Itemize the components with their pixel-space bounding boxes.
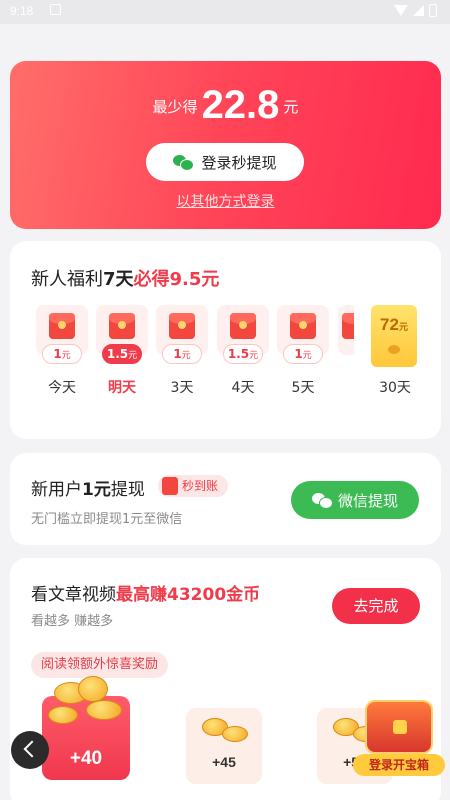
newbie-title-c: 必得9.5元 [133,269,220,290]
reward-item[interactable]: +45 [186,708,262,784]
withdraw-title-c: 提现 [110,480,145,500]
status-bar: 9:18 [0,0,450,24]
treasure-chest-button[interactable]: 登录开宝箱 [351,696,447,786]
wechat-withdraw-label: 微信提现 [337,491,398,510]
badge-label: 秒到账 [182,479,219,493]
day-label: 3天 [170,380,194,396]
red-envelope-tile [338,305,354,355]
bonus-tag: 阅读领额外惊喜奖励 [31,652,169,678]
day-label: 30天 [379,380,411,396]
wechat-withdraw-button[interactable]: 微信提现 [291,481,419,519]
wechat-icon [311,492,333,509]
red-envelope-icon [162,477,178,495]
day-item-final[interactable]: 72元 30天 [371,305,419,396]
day-label: 今天 [48,380,76,396]
reward-amount: 22.8 [201,83,280,127]
coin-icon [48,706,78,724]
treasure-label: 登录开宝箱 [353,754,445,776]
coin-icon [78,676,108,702]
withdraw-subtitle: 无门槛立即提现1元至微信 [31,512,183,527]
treasure-chest-icon [365,700,433,754]
newbie-welfare-card: 新人福利7天必得9.5元 1元 今天 1.5元 明天 1元 3天 1.5元 4天… [10,241,441,439]
red-envelope-icon [290,313,316,339]
newbie-title-b: 7天 [103,269,134,290]
day-amount: 1元 [42,344,82,364]
instant-arrival-badge: 秒到账 [158,475,229,497]
reward-value: +40 [69,748,103,769]
login-withdraw-button[interactable]: 登录秒提现 [146,143,304,181]
final-amount: 72元 [380,315,408,334]
amount-unit: 元 [283,98,299,116]
day-item-partial [338,305,354,355]
coin-icon [86,700,122,720]
day-item[interactable]: 1.5元 明天 [96,305,148,396]
wifi-icon [394,5,408,16]
hero-banner: 最少得 22.8 元 登录秒提现 以其他方式登录 [10,61,441,229]
day-label: 5天 [291,380,315,396]
day-item[interactable]: 1元 5天 [277,305,329,396]
withdraw-title-a: 新用户 [31,480,82,500]
reward-amount-line: 最少得 22.8 元 [10,83,441,128]
go-complete-button[interactable]: 去完成 [332,588,420,624]
day-item[interactable]: 1元 今天 [36,305,88,396]
red-envelope-icon [230,313,256,339]
reward-value: +45 [212,754,236,770]
newbie-title-a: 新人福利 [31,269,103,290]
other-login-link[interactable]: 以其他方式登录 [10,191,441,211]
battery-icon [429,4,437,17]
gold-envelope-tile: 72元 [371,305,417,367]
back-arrow-button[interactable] [11,731,49,769]
reward-item-active[interactable]: +40 [42,676,130,780]
red-envelope-icon [342,313,354,339]
withdraw-title-b: 1元 [82,480,111,500]
day-label: 4天 [231,380,255,396]
day-label: 明天 [108,380,136,396]
day-item[interactable]: 1.5元 4天 [217,305,269,396]
articles-title-b: 最高赚43200金币 [116,585,261,605]
newbie-title: 新人福利7天必得9.5元 [31,265,219,291]
wechat-icon [173,154,195,171]
coin-icon [222,726,248,742]
new-user-withdraw-card: 新用户1元提现 秒到账 无门槛立即提现1元至微信 微信提现 [10,453,441,545]
articles-subtitle: 看越多 赚越多 [31,614,114,629]
amount-prefix: 最少得 [152,98,198,116]
articles-title: 看文章视频最高赚43200金币 [31,580,260,605]
red-envelope-icon [49,313,75,339]
day-amount: 1.5元 [102,344,142,364]
login-button-label: 登录秒提现 [201,153,277,172]
withdraw-title: 新用户1元提现 [31,475,145,500]
day-item[interactable]: 1元 3天 [156,305,208,396]
articles-title-a: 看文章视频 [31,585,116,605]
red-envelope-icon [169,313,195,339]
day-amount: 1.5元 [223,344,263,364]
notification-icon [50,4,61,15]
red-envelope-icon [109,313,135,339]
signal-icon [413,5,424,16]
coin-icon [388,345,400,354]
day-amount: 1元 [162,344,202,364]
status-time: 9:18 [10,4,34,18]
day-amount: 1元 [283,344,323,364]
